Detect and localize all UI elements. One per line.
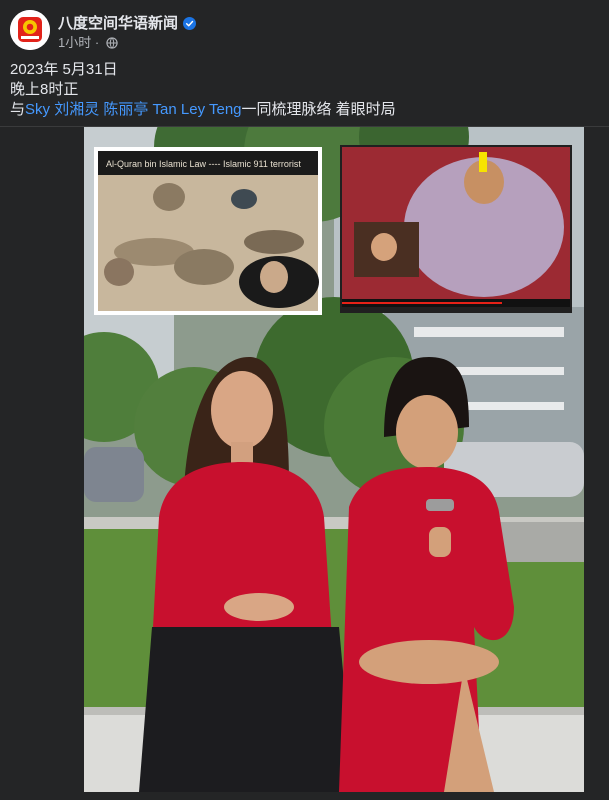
inset-right (340, 145, 572, 313)
post-time-line: 晚上8时正 (10, 81, 79, 98)
post-timestamp[interactable]: 1小时 (58, 35, 91, 50)
post-header: 八度空间华语新闻 1小时 · (10, 10, 599, 54)
promo-photo: Al-Quran bin Islamic Law ---- Islamic 91… (84, 127, 584, 792)
post-intro-line: 与Sky 刘湘灵 陈丽亭 Tan Ley Teng一同梳理脉络 着眼时局 (10, 100, 590, 120)
verified-badge-icon (183, 17, 197, 30)
page-name[interactable]: 八度空间华语新闻 (58, 12, 197, 33)
post-meta: 1小时 · (58, 32, 118, 51)
intro-prefix: 与 (10, 101, 26, 118)
inset-left-caption: Al-Quran bin Islamic Law ---- Islamic 91… (106, 159, 301, 169)
mention-sky[interactable]: Sky 刘湘灵 (25, 101, 99, 118)
post-date-line: 2023年 5月31日 (10, 61, 118, 78)
globe-icon[interactable] (106, 37, 118, 49)
mention-tan-ley-teng[interactable]: 陈丽亭 Tan Ley Teng (103, 101, 241, 118)
page-avatar[interactable] (10, 10, 50, 50)
intro-suffix: 一同梳理脉络 着眼时局 (241, 101, 396, 118)
channel-8-logo-icon (10, 10, 50, 50)
post-text: 2023年 5月31日 晚上8时正 与Sky 刘湘灵 陈丽亭 Tan Ley T… (10, 60, 590, 120)
page-name-text[interactable]: 八度空间华语新闻 (58, 15, 178, 32)
meta-separator: · (94, 35, 100, 50)
inset-left: Al-Quran bin Islamic Law ---- Islamic 91… (94, 147, 322, 315)
post-image[interactable]: Al-Quran bin Islamic Law ---- Islamic 91… (84, 127, 584, 792)
feed-bottom (0, 792, 609, 800)
